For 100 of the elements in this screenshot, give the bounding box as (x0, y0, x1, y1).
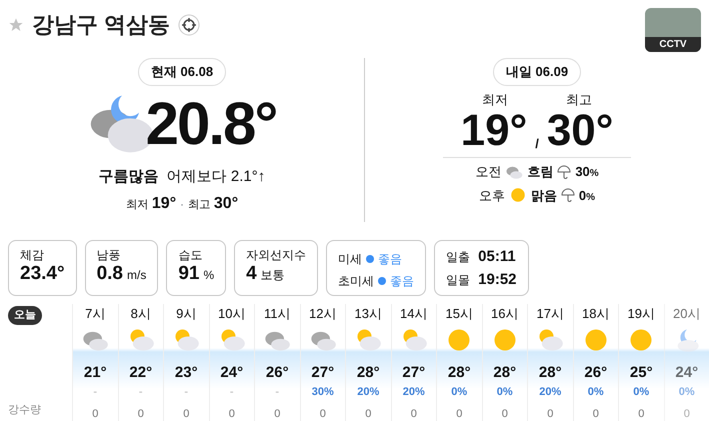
hour-temp: 24° (675, 362, 698, 382)
rain-chance: 0% (633, 385, 650, 400)
card-label: 습도 (178, 247, 204, 264)
hour-temp: 28° (356, 362, 380, 382)
rain-amount: 0 (410, 406, 417, 421)
hour-temp: 26° (584, 362, 608, 382)
day-badge: 오늘 (8, 306, 42, 324)
high-label: 최고 (188, 198, 210, 213)
rain-chance: 0% (496, 385, 513, 400)
hour-time: 8시 (130, 305, 151, 323)
high-label: 최고 (566, 90, 592, 108)
hour-temp: 27° (402, 362, 426, 382)
high-temp: 30° (546, 109, 614, 153)
rain-amount: 0 (320, 406, 326, 421)
rain-chance: 20% (402, 385, 425, 400)
location-title: 강남구 역삼동 (32, 11, 170, 39)
dust-status: 좋음 (378, 251, 402, 268)
low-temp: 19° (152, 194, 176, 214)
rain-chance: - (230, 385, 234, 400)
card-label: 체감 (20, 247, 45, 264)
high-temp: 30° (214, 194, 238, 214)
date-badge: 내일 06.09 (492, 58, 582, 86)
date-badge: 현재 06.08 (138, 58, 226, 86)
rain-chance: 0% (451, 385, 468, 400)
rain-amount: 0 (274, 406, 280, 421)
rain-chance: 30% (575, 163, 599, 181)
slash: / (535, 134, 539, 152)
rain-chance: 0% (678, 385, 695, 400)
hour-temp: 25° (630, 362, 653, 382)
condition-text: 구름많음 (98, 166, 159, 186)
low-label: 최저 (126, 198, 148, 213)
hour-time: 18시 (582, 305, 610, 323)
hour-temp: 22° (129, 362, 152, 382)
rain-chance: 20% (539, 385, 562, 400)
hour-time: 13시 (354, 305, 382, 323)
hour-time: 12시 (309, 305, 336, 323)
rain-amount: 0 (138, 406, 144, 421)
sun-time: 19:52 (478, 270, 517, 290)
hour-time: 9시 (176, 305, 196, 323)
rain-chance: 0% (588, 385, 604, 400)
cctv-thumbnail[interactable]: CCTV (645, 8, 701, 52)
separator-dot: · (180, 198, 184, 213)
dust-label: 미세 (338, 251, 362, 268)
hour-temp: 28° (448, 362, 471, 382)
current-temperature: 20.8° (146, 94, 276, 154)
sun-label: 일몰 (446, 272, 470, 289)
umbrella-icon (560, 188, 575, 202)
rain-amount: 0 (547, 406, 554, 421)
hour-time: 7시 (85, 305, 106, 323)
card-value: 4 보통 (246, 264, 286, 285)
hour-time: 10시 (218, 305, 246, 323)
location-target-icon[interactable] (178, 14, 200, 36)
rain-amount: 0 (92, 406, 98, 421)
card-value: 91 % (178, 264, 214, 285)
period-label: 오전 (475, 163, 502, 181)
compare-text: 어제보다 2.1°↑ (166, 166, 266, 186)
rain-amount: 0 (638, 406, 644, 421)
card-value: 0.8 m/s (96, 264, 146, 285)
hour-time: 14시 (400, 305, 428, 323)
rain-chance: - (275, 385, 280, 400)
condition-text: 맑음 (530, 186, 557, 204)
hour-temp: 28° (493, 362, 516, 382)
rain-chance: - (184, 385, 188, 400)
dust-label: 초미세 (338, 273, 374, 290)
rain-chance: - (93, 385, 98, 400)
card-value: 23.4° (20, 264, 65, 285)
rain-chance: 0% (578, 186, 596, 204)
rain-amount: 0 (684, 406, 690, 421)
hour-time: 15시 (446, 305, 473, 323)
sun-label: 일출 (446, 249, 470, 266)
rain-chance: 20% (357, 385, 380, 400)
low-label: 최저 (482, 90, 508, 108)
rain-amount: 0 (592, 406, 599, 421)
hour-temp: 24° (220, 362, 244, 382)
hour-temp: 21° (84, 362, 107, 382)
hour-temp: 28° (538, 362, 562, 382)
rain-amount: 0 (228, 406, 235, 421)
star-icon[interactable] (8, 16, 24, 32)
low-temp: 19° (460, 109, 528, 153)
hour-time: 11시 (264, 305, 290, 323)
hour-temp: 23° (174, 362, 198, 382)
rain-amount: 0 (456, 406, 462, 421)
condition-text: 흐림 (527, 163, 554, 181)
rain-amount: 0 (183, 406, 190, 421)
rain-chance: 30% (312, 385, 334, 400)
hour-time: 17시 (536, 305, 564, 323)
umbrella-icon (557, 164, 572, 179)
hour-time: 16시 (491, 305, 518, 323)
rain-chance: - (138, 385, 143, 400)
sun-time: 05:11 (478, 247, 516, 267)
hour-temp: 27° (311, 362, 334, 382)
card-label: 남풍 (96, 247, 122, 264)
hour-time: 20시 (673, 305, 700, 323)
hour-time: 19시 (628, 305, 655, 323)
rain-amount: 0 (365, 406, 372, 421)
period-label: 오후 (478, 186, 505, 204)
rain-label: 강수량 (8, 402, 42, 418)
sun-icon (508, 186, 527, 204)
dust-status: 좋음 (390, 273, 414, 290)
card-label: 자외선지수 (246, 247, 306, 264)
